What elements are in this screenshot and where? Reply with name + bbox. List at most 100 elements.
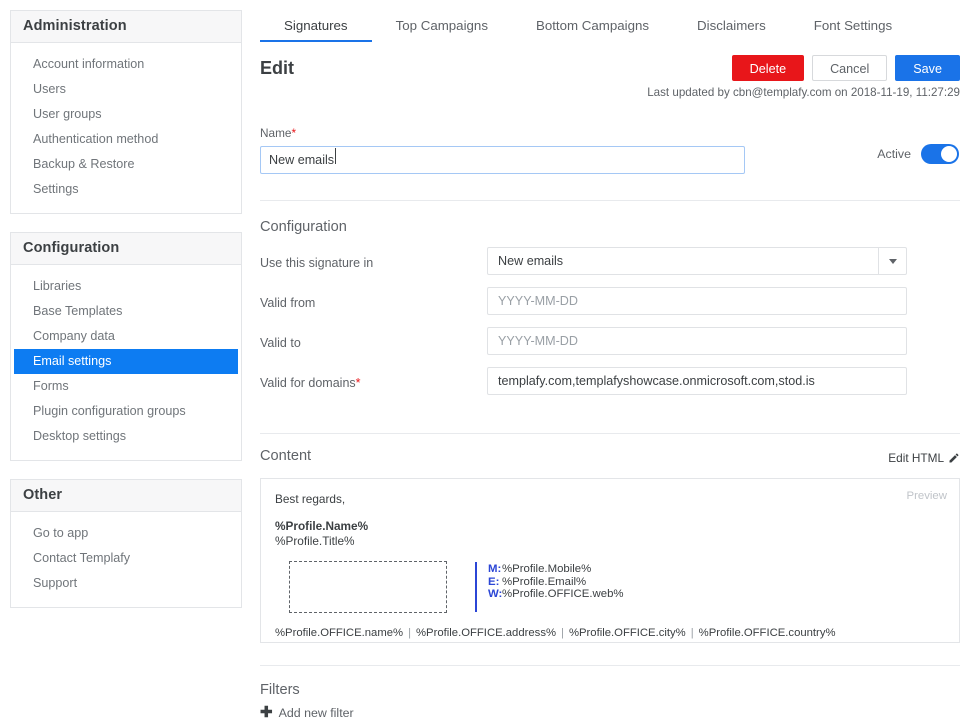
pencil-icon xyxy=(949,453,959,463)
signature-footer: %Profile.OFFICE.name% | %Profile.OFFICE.ad… xyxy=(275,627,945,639)
tab-font-settings[interactable]: Font Settings xyxy=(790,18,916,42)
name-label-text: Name xyxy=(260,126,292,140)
signature-greeting: Best regards, xyxy=(275,492,346,506)
name-field-block: Name* Active xyxy=(260,126,960,174)
sidebar-item-plugin-configuration-groups[interactable]: Plugin configuration groups xyxy=(11,399,241,424)
signature-footer-separator-2: | xyxy=(561,627,564,639)
sidebar-item-users[interactable]: Users xyxy=(11,77,241,102)
cancel-button[interactable]: Cancel xyxy=(812,55,888,81)
sidebar-item-go-to-app[interactable]: Go to app xyxy=(11,521,241,546)
divider-configuration xyxy=(260,200,960,201)
divider-filters xyxy=(260,665,960,666)
contact-key-web: W: xyxy=(488,588,503,601)
action-button-group: Delete Cancel Save xyxy=(731,55,960,81)
name-input[interactable] xyxy=(260,146,745,174)
sidebar-panel-body-administration: Account information Users User groups Au… xyxy=(11,43,241,213)
active-toggle[interactable] xyxy=(921,144,959,164)
toggle-knob xyxy=(941,146,957,162)
sidebar-panel-title-configuration: Configuration xyxy=(11,233,241,265)
edit-header: Edit Delete Cancel Save Last updated by … xyxy=(260,55,960,99)
name-field-label: Name* xyxy=(260,126,960,140)
active-toggle-label: Active xyxy=(877,147,911,161)
config-row-valid-from: Valid from YYYY-MM-DD xyxy=(260,287,960,327)
app-window: Administration Account information Users… xyxy=(0,0,960,720)
contact-value-mobile: %Profile.Mobile% xyxy=(502,563,592,575)
add-new-filter-label: Add new filter xyxy=(278,706,354,720)
sidebar-panel-administration: Administration Account information Users… xyxy=(10,10,242,214)
contact-value-email: %Profile.Email% xyxy=(502,575,587,588)
valid-to-input[interactable]: YYYY-MM-DD xyxy=(487,327,907,355)
contact-value-web: %Profile.OFFICE.web% xyxy=(502,588,624,601)
edit-html-button[interactable]: Edit HTML xyxy=(888,451,960,465)
signature-footer-office-country: %Profile.OFFICE.country% xyxy=(698,627,836,639)
sidebar-panel-body-other: Go to app Contact Templafy Support xyxy=(11,512,241,607)
valid-for-domains-input[interactable]: templafy.com,templafyshowcase.onmicrosof… xyxy=(487,367,907,395)
filters-section-title: Filters xyxy=(260,682,300,698)
tab-bar: Signatures Top Campaigns Bottom Campaign… xyxy=(260,0,960,42)
signature-contact-web: W:%Profile.OFFICE.web% xyxy=(488,588,624,601)
valid-from-input[interactable]: YYYY-MM-DD xyxy=(487,287,907,315)
signature-footer-office-address: %Profile.OFFICE.address% xyxy=(416,627,557,639)
config-row-use-this-signature-in: Use this signature in New emails xyxy=(260,247,960,287)
signature-name-placeholder: %Profile.Name% xyxy=(275,519,369,533)
tab-bottom-campaigns[interactable]: Bottom Campaigns xyxy=(512,18,673,42)
sidebar-item-forms[interactable]: Forms xyxy=(11,374,241,399)
signature-contact-list: M:%Profile.Mobile% E: %Profile.Email% W:%… xyxy=(488,563,624,601)
contact-key-mobile: M: xyxy=(488,563,502,575)
divider-content xyxy=(260,433,960,434)
signature-contact-mobile: M:%Profile.Mobile% xyxy=(488,563,624,576)
chevron-down-icon[interactable] xyxy=(878,248,906,274)
content-section-title: Content xyxy=(260,448,312,464)
sidebar-panel-body-configuration: Libraries Base Templates Company data Em… xyxy=(11,265,241,460)
tab-disclaimers[interactable]: Disclaimers xyxy=(673,18,790,42)
sidebar-panel-title-administration: Administration xyxy=(11,11,241,43)
sidebar-item-company-data[interactable]: Company data xyxy=(11,324,241,349)
config-row-valid-to: Valid to YYYY-MM-DD xyxy=(260,327,960,367)
sidebar-item-email-settings[interactable]: Email settings xyxy=(14,349,238,374)
preview-badge: Preview xyxy=(906,490,947,502)
sidebar-item-base-templates[interactable]: Base Templates xyxy=(11,299,241,324)
signature-title-placeholder: %Profile.Title% xyxy=(275,534,355,548)
signature-footer-office-city: %Profile.OFFICE.city% xyxy=(568,627,686,639)
save-button[interactable]: Save xyxy=(895,55,960,81)
config-label-valid-to: Valid to xyxy=(260,336,301,350)
config-label-use-this-signature-in: Use this signature in xyxy=(260,256,374,270)
valid-for-domains-label-text: Valid for domains xyxy=(260,376,356,390)
sidebar-item-desktop-settings[interactable]: Desktop settings xyxy=(11,424,241,449)
sidebar-item-authentication-method[interactable]: Authentication method xyxy=(11,127,241,152)
sidebar-item-libraries[interactable]: Libraries xyxy=(11,274,241,299)
signature-footer-separator-1: | xyxy=(408,627,412,639)
delete-button[interactable]: Delete xyxy=(731,55,805,81)
sidebar-item-settings[interactable]: Settings xyxy=(11,177,241,202)
signature-contact-email: E: %Profile.Email% xyxy=(488,576,624,589)
sidebar-item-support[interactable]: Support xyxy=(11,571,241,596)
signature-preview-box: Preview Best regards, %Profile.Name% %Pr… xyxy=(260,478,960,643)
plus-icon: ✚ xyxy=(260,704,273,720)
add-new-filter-button[interactable]: ✚ Add new filter xyxy=(260,704,960,720)
sidebar-item-backup-restore[interactable]: Backup & Restore xyxy=(11,152,241,177)
active-toggle-group: Active xyxy=(877,144,959,164)
use-this-signature-in-select[interactable]: New emails xyxy=(487,247,907,275)
tab-signatures[interactable]: Signatures xyxy=(260,18,372,42)
sidebar: Administration Account information Users… xyxy=(10,10,242,626)
sidebar-item-account-information[interactable]: Account information xyxy=(11,52,241,77)
sidebar-panel-title-other: Other xyxy=(11,480,241,512)
last-updated-text: Last updated by cbn@templafy.com on 2018… xyxy=(647,86,960,99)
config-label-valid-from: Valid from xyxy=(260,296,316,310)
sidebar-panel-other: Other Go to app Contact Templafy Support xyxy=(10,479,242,608)
text-cursor xyxy=(335,148,336,164)
tab-top-campaigns[interactable]: Top Campaigns xyxy=(372,18,512,42)
config-label-valid-for-domains: Valid for domains* xyxy=(260,376,361,390)
sidebar-item-contact-templafy[interactable]: Contact Templafy xyxy=(11,546,241,571)
signature-footer-office-name: %Profile.OFFICE.name% xyxy=(275,627,404,639)
name-required-asterisk: * xyxy=(291,126,297,140)
signature-logo-placeholder xyxy=(289,561,447,613)
edit-html-label: Edit HTML xyxy=(888,451,944,465)
sidebar-panel-configuration: Configuration Libraries Base Templates C… xyxy=(10,232,242,461)
use-this-signature-in-value: New emails xyxy=(498,254,564,268)
contact-key-email: E: xyxy=(488,575,500,588)
sidebar-item-user-groups[interactable]: User groups xyxy=(11,102,241,127)
signature-footer-separator-3: | xyxy=(690,627,694,639)
main-content: Signatures Top Campaigns Bottom Campaign… xyxy=(260,0,960,720)
configuration-section-title: Configuration xyxy=(260,219,347,235)
